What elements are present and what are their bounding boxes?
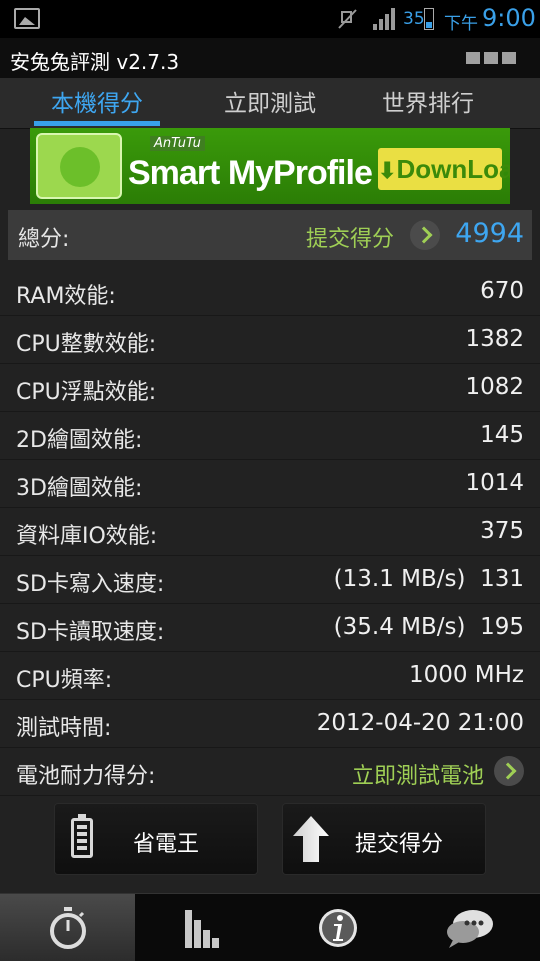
score-row-sd-read: SD卡讀取速度: (35.4 MB/s) 195 <box>0 604 540 652</box>
score-value: 375 <box>480 518 524 544</box>
score-row-cpu-float: CPU浮點效能: 1082 <box>0 364 540 412</box>
score-label: 資料庫IO效能: <box>16 524 158 549</box>
score-value: (13.1 MB/s) 131 <box>333 566 524 592</box>
score-label: SD卡讀取速度: <box>16 620 165 645</box>
score-value: 670 <box>480 278 524 304</box>
status-bar: 35 下午 9:00 <box>0 0 540 38</box>
up-arrow-icon <box>293 816 329 862</box>
banner-headline: Smart MyProfile <box>128 154 373 192</box>
stopwatch-icon <box>50 907 86 949</box>
ad-banner[interactable]: AnTuTu Smart MyProfile ⬇DownLoad <box>30 128 510 204</box>
active-tab-indicator <box>34 121 160 126</box>
download-button[interactable]: ⬇DownLoad <box>378 148 510 190</box>
battery-icon <box>424 8 434 30</box>
score-label: 測試時間: <box>16 716 112 741</box>
power-saver-button[interactable]: 省電王 <box>55 804 257 874</box>
total-score-value: 4994 <box>455 218 524 249</box>
score-label: 2D繪圖效能: <box>16 428 143 453</box>
banner-brand: AnTuTu <box>150 136 205 151</box>
score-value: (35.4 MB/s) 195 <box>333 614 524 640</box>
score-list: RAM效能: 670 CPU整數效能: 1382 CPU浮點效能: 1082 2… <box>0 268 540 796</box>
bottom-nav <box>0 893 540 961</box>
total-score-row: 總分: 提交得分 4994 <box>8 210 532 260</box>
score-label: RAM效能: <box>16 284 116 309</box>
clock-ampm: 下午 <box>444 14 478 34</box>
nav-tab-info[interactable] <box>270 894 405 961</box>
nav-tab-stopwatch[interactable] <box>0 894 135 961</box>
score-value: 145 <box>480 422 524 448</box>
tab-world-ranking[interactable]: 世界排行 <box>338 84 518 118</box>
score-row-sd-write: SD卡寫入速度: (13.1 MB/s) 131 <box>0 556 540 604</box>
score-value: 1014 <box>465 470 524 496</box>
battery-score-label: 電池耐力得分: <box>16 764 156 789</box>
phone-logo-icon <box>36 133 122 199</box>
score-row-test-time: 測試時間: 2012-04-20 21:00 <box>0 700 540 748</box>
score-label: 3D繪圖效能: <box>16 476 143 501</box>
battery-score-row: 電池耐力得分: 立即測試電池 <box>0 748 540 796</box>
total-label: 總分: <box>18 227 70 252</box>
score-row-cpu-int: CPU整數效能: 1382 <box>0 316 540 364</box>
score-label: CPU浮點效能: <box>16 380 157 405</box>
score-label: CPU整數效能: <box>16 332 157 357</box>
score-row-3d: 3D繪圖效能: 1014 <box>0 460 540 508</box>
test-battery-link[interactable]: 立即測試電池 <box>352 758 484 790</box>
overflow-menu-icon[interactable] <box>466 52 516 64</box>
chevron-right-icon[interactable] <box>494 756 524 786</box>
score-value: 1082 <box>465 374 524 400</box>
score-value: 1000 MHz <box>408 662 524 688</box>
score-label: CPU頻率: <box>16 668 113 693</box>
image-icon <box>14 8 40 29</box>
nav-tab-chat[interactable] <box>405 894 540 961</box>
score-row-database-io: 資料庫IO效能: 375 <box>0 508 540 556</box>
score-row-cpu-frequency: CPU頻率: 1000 MHz <box>0 652 540 700</box>
score-row-ram: RAM效能: 670 <box>0 268 540 316</box>
submit-score-button[interactable]: 提交得分 <box>283 804 485 874</box>
battery-icon <box>71 814 93 858</box>
score-row-2d: 2D繪圖效能: 145 <box>0 412 540 460</box>
chat-icon <box>447 910 493 948</box>
score-label: SD卡寫入速度: <box>16 572 165 597</box>
clock-time: 9:00 <box>482 4 536 32</box>
battery-level: 35 <box>403 9 425 29</box>
submit-score-label: 提交得分 <box>355 832 444 857</box>
nav-tab-ranking[interactable] <box>135 894 270 961</box>
tab-local-score[interactable]: 本機得分 <box>7 84 187 118</box>
signal-icon <box>373 8 395 30</box>
tab-run-test[interactable]: 立即測試 <box>180 84 360 118</box>
power-saver-label: 省電王 <box>133 832 200 857</box>
score-value: 2012-04-20 21:00 <box>316 710 524 736</box>
mute-icon <box>338 9 357 29</box>
chevron-right-icon[interactable] <box>410 220 440 250</box>
info-icon <box>319 909 357 947</box>
title-bar: 安兔兔評測 v2.7.3 <box>0 38 540 78</box>
download-label: DownLoad <box>396 154 510 184</box>
app-title: 安兔兔評測 v2.7.3 <box>10 50 180 74</box>
submit-score-link[interactable]: 提交得分 <box>306 221 394 253</box>
score-value: 1382 <box>465 326 524 352</box>
bar-chart-icon <box>185 910 219 948</box>
